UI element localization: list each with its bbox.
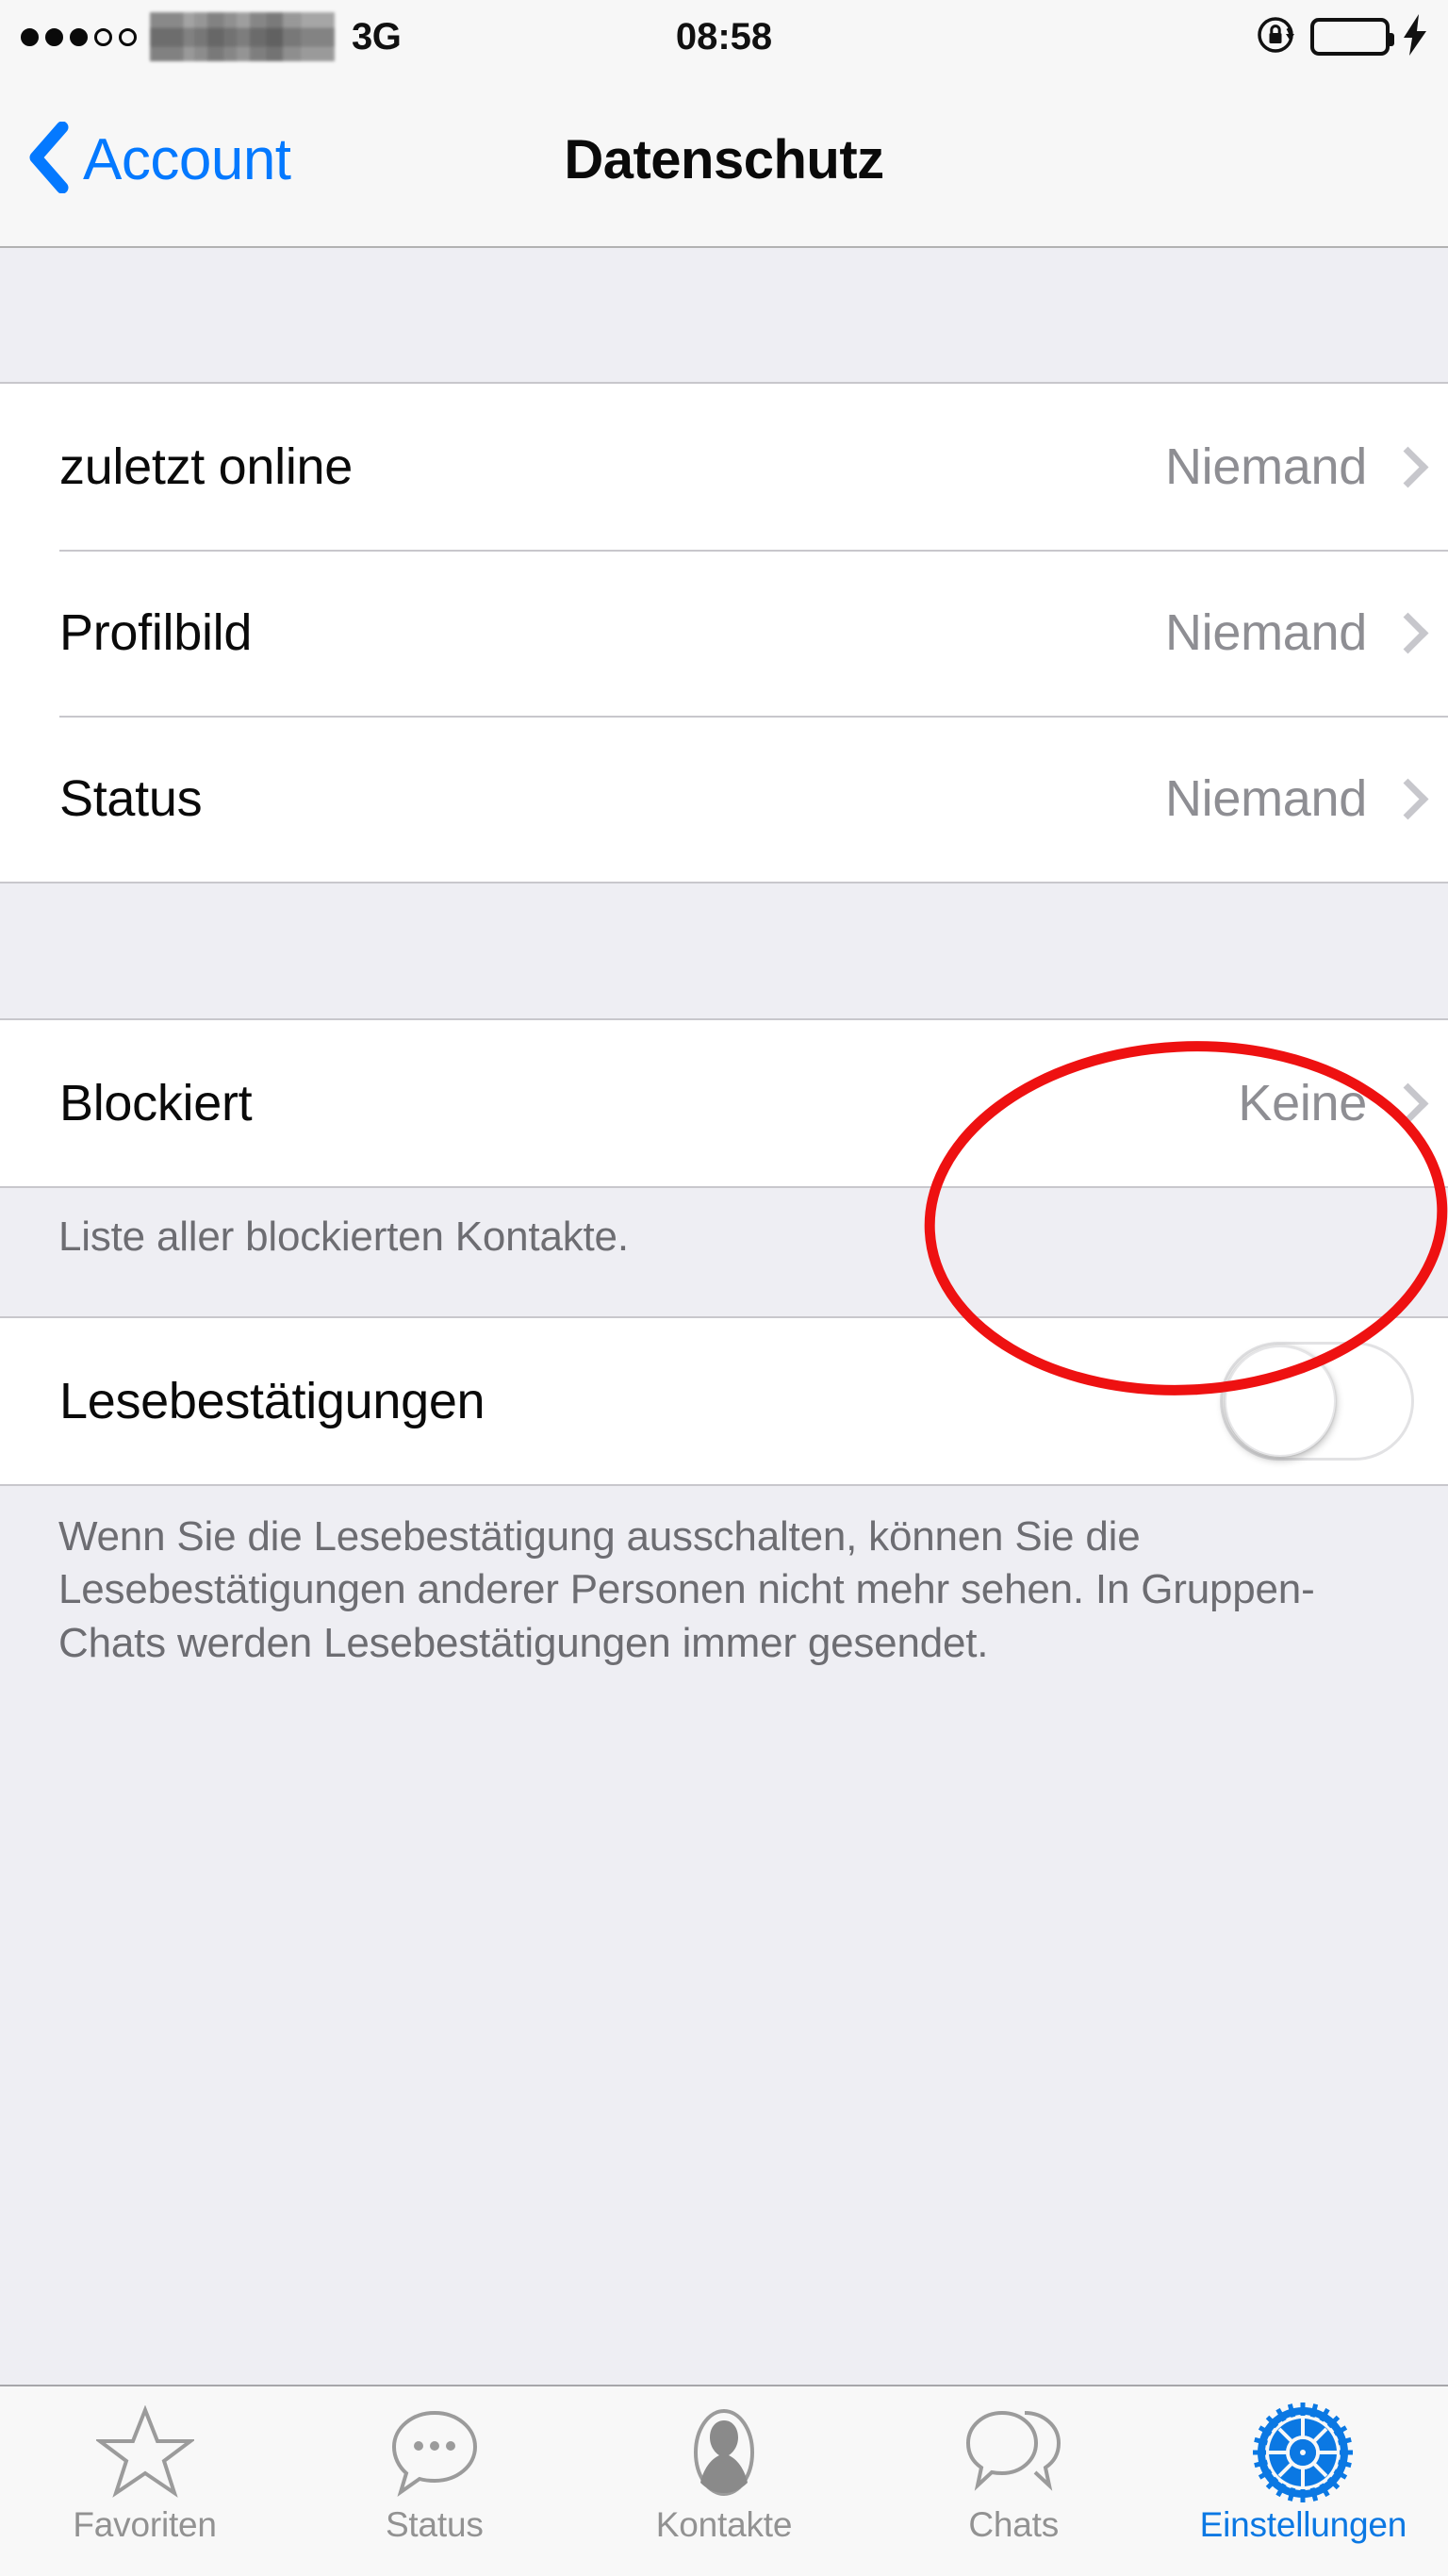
tab-label: Status <box>385 2505 484 2544</box>
row-label: Status <box>59 770 203 827</box>
tab-label: Favoriten <box>73 2505 217 2544</box>
section-blocked: Blockiert Keine <box>0 1018 1448 1188</box>
tab-einstellungen[interactable]: Einstellungen <box>1159 2386 1448 2576</box>
read-receipts-toggle[interactable] <box>1220 1341 1414 1461</box>
status-bar: 3G 08:58 <box>0 0 1448 74</box>
status-bar-clock: 08:58 <box>675 15 773 58</box>
row-value: Keine <box>1238 1075 1367 1131</box>
navigation-bar: Account Datenschutz <box>0 74 1448 248</box>
row-profilbild[interactable]: Profilbild Niemand <box>0 550 1448 716</box>
section-privacy-visibility: zuletzt online Niemand Profilbild Nieman… <box>0 382 1448 883</box>
section-footer-read-receipts: Wenn Sie die Lesebestätigung ausschalten… <box>58 1512 1315 1666</box>
row-status[interactable]: Status Niemand <box>0 716 1448 882</box>
status-bar-right <box>1256 0 1429 74</box>
tab-bar: Favoriten Status Kontakte Chats Einstell… <box>0 2385 1448 2576</box>
row-value: Niemand <box>1164 438 1367 495</box>
phone-screen: 3G 08:58 Account Datenschutz zuletzt onl… <box>0 0 1448 2576</box>
row-label: Lesebestätigungen <box>59 1372 485 1429</box>
contact-person-icon <box>675 2402 773 2503</box>
section-gap-2 <box>0 1262 1448 1316</box>
tab-label: Einstellungen <box>1199 2505 1407 2544</box>
row-lesebestaetigungen[interactable]: Lesebestätigungen <box>0 1317 1448 1484</box>
row-label: Profilbild <box>59 604 253 661</box>
section-footer-blocked: Liste aller blockierten Kontakte. <box>58 1214 629 1260</box>
row-label: zuletzt online <box>59 438 353 495</box>
tab-label: Chats <box>968 2505 1060 2544</box>
lightning-bolt-icon <box>1401 13 1429 61</box>
row-value: Niemand <box>1164 604 1367 661</box>
chevron-right-icon <box>1391 779 1414 818</box>
tab-favoriten[interactable]: Favoriten <box>0 2386 289 2576</box>
gear-icon <box>1253 2402 1354 2503</box>
section-read-receipts: Lesebestätigungen <box>0 1315 1448 1486</box>
rotation-lock-icon <box>1256 13 1299 61</box>
tab-status[interactable]: Status <box>289 2386 579 2576</box>
chevron-right-icon <box>1391 447 1414 487</box>
tab-chats[interactable]: Chats <box>869 2386 1159 2576</box>
tab-label: Kontakte <box>655 2505 793 2544</box>
section-gap-1 <box>0 883 1448 1018</box>
page-title: Datenschutz <box>564 129 884 190</box>
star-icon <box>95 2402 194 2503</box>
battery-icon <box>1310 18 1394 56</box>
toggle-knob <box>1225 1345 1336 1457</box>
speech-bubble-dots-icon <box>386 2402 484 2503</box>
chevron-right-icon <box>1391 1083 1414 1123</box>
row-value: Niemand <box>1164 770 1367 827</box>
section-gap-top <box>0 250 1448 382</box>
row-blockiert[interactable]: Blockiert Keine <box>0 1020 1448 1186</box>
settings-table: zuletzt online Niemand Profilbild Nieman… <box>0 250 1448 2385</box>
tab-kontakte[interactable]: Kontakte <box>579 2386 868 2576</box>
row-zuletzt-online[interactable]: zuletzt online Niemand <box>0 384 1448 550</box>
row-label: Blockiert <box>59 1075 253 1131</box>
two-chat-bubbles-icon <box>961 2402 1066 2503</box>
chevron-right-icon <box>1391 613 1414 652</box>
